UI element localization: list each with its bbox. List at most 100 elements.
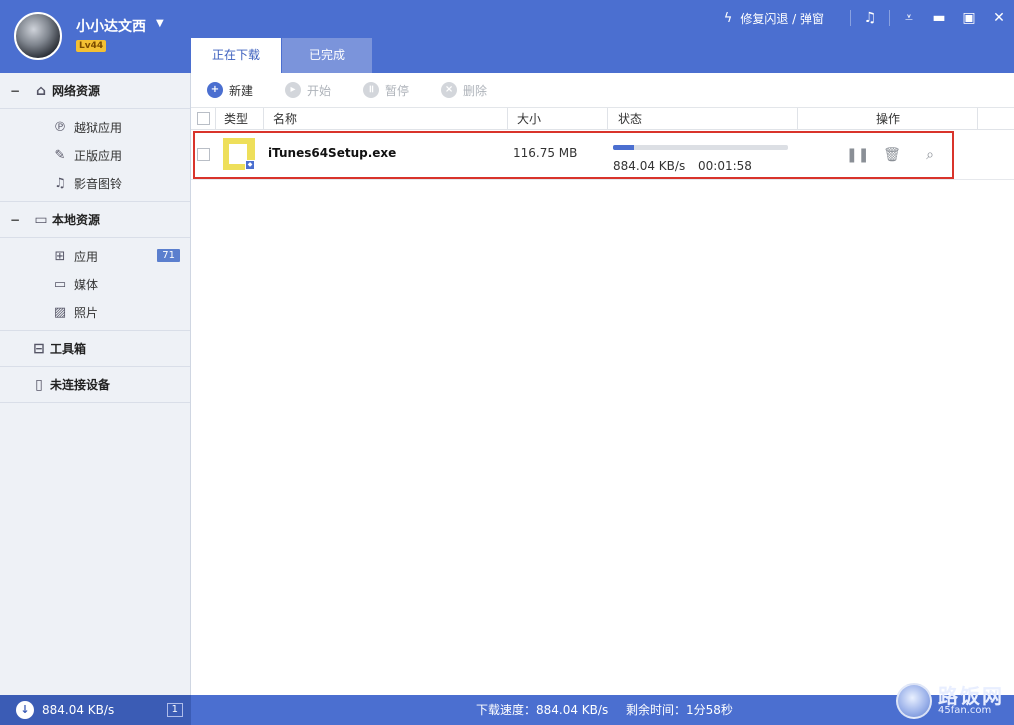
column-divider bbox=[797, 108, 798, 130]
window-controls: ϟ 修复闪退 / 弹窗 ♫ ⩡ ▬ ▣ ✕ bbox=[724, 0, 1014, 36]
sidebar-item-media-ringtones[interactable]: ♫ 影音图铃 bbox=[0, 169, 190, 197]
remaining-time: 00:01:58 bbox=[698, 159, 752, 173]
plus-icon: + bbox=[207, 82, 223, 98]
progress-fill bbox=[613, 145, 634, 150]
avatar[interactable] bbox=[14, 12, 62, 60]
select-all-checkbox[interactable] bbox=[197, 112, 210, 125]
apps-grid-icon: ⊞ bbox=[54, 248, 66, 264]
title-bar: 小小达文西 ▼ Lv44 正在下载 已完成 ϟ 修复闪退 / 弹窗 ♫ ⩡ ▬ … bbox=[0, 0, 1014, 73]
tab-downloading[interactable]: 正在下载 bbox=[191, 38, 281, 73]
delete-label: 删除 bbox=[463, 83, 488, 98]
pause-icon[interactable]: ❚❚ bbox=[846, 146, 869, 164]
photo-icon: ▨ bbox=[53, 304, 67, 320]
sidebar-item-label: 越狱应用 bbox=[74, 120, 123, 135]
pause-label: 暂停 bbox=[385, 83, 410, 98]
collapse-icon[interactable]: − bbox=[0, 213, 30, 227]
download-icon: ↓ bbox=[16, 701, 34, 719]
watermark-logo-icon bbox=[896, 683, 932, 719]
close-icon: × bbox=[441, 82, 458, 98]
column-header-name[interactable]: 名称 bbox=[273, 108, 297, 130]
pause-icon: ॥ bbox=[363, 82, 380, 98]
status-summary: 下载速度：884.04 KB/s 剩余时间：1分58秒 bbox=[476, 695, 733, 725]
chevron-down-icon[interactable]: ▼ bbox=[156, 18, 164, 29]
column-header-type[interactable]: 类型 bbox=[224, 108, 248, 130]
column-header-size[interactable]: 大小 bbox=[517, 108, 541, 130]
sidebar-section-network[interactable]: − ⌂ 网络资源 bbox=[0, 73, 190, 109]
file-size: 116.75 MB bbox=[513, 146, 578, 160]
column-header-status[interactable]: 状态 bbox=[618, 108, 642, 130]
video-camera-icon: ▭ bbox=[53, 276, 67, 292]
watermark: 路饭网 45fan.com bbox=[896, 681, 1004, 721]
sidebar-item-label: 应用 bbox=[74, 249, 99, 264]
task-count-badge: 1 bbox=[166, 703, 183, 717]
status-remaining-time: 剩余时间：1分58秒 bbox=[626, 703, 733, 717]
sidebar-item-photos[interactable]: ▨ 照片 bbox=[0, 298, 190, 326]
trash-icon[interactable]: 🗑 bbox=[883, 146, 901, 164]
column-divider bbox=[263, 108, 264, 130]
home-icon: ⌂ bbox=[35, 82, 47, 99]
repair-crash-label: 修复闪退 / 弹窗 bbox=[740, 11, 824, 26]
username[interactable]: 小小达文西 bbox=[76, 16, 146, 36]
sidebar-item-label: 影音图铃 bbox=[74, 176, 123, 191]
sidebar-section-label: 本地资源 bbox=[52, 213, 101, 227]
lightning-icon: ϟ bbox=[723, 10, 733, 26]
pause-button[interactable]: ॥ 暂停 bbox=[363, 82, 409, 99]
sidebar-item-label: 正版应用 bbox=[74, 148, 123, 163]
close-icon[interactable]: ✕ bbox=[984, 10, 1014, 26]
sidebar-item-apps[interactable]: ⊞ 应用 71 bbox=[0, 242, 190, 270]
progress-bar bbox=[613, 145, 788, 150]
sidebar-section-label: 网络资源 bbox=[52, 84, 101, 98]
minimize-icon[interactable]: ▬ bbox=[924, 10, 954, 26]
music-icon[interactable]: ♫ bbox=[855, 10, 885, 26]
menu-dropdown-icon[interactable]: ⩡ bbox=[894, 10, 924, 26]
sidebar-group-network: ℗ 越狱应用 ✎ 正版应用 ♫ 影音图铃 bbox=[0, 109, 190, 202]
level-badge: Lv44 bbox=[76, 40, 107, 52]
column-divider bbox=[977, 108, 978, 130]
device-disconnected-icon: ▯ bbox=[35, 376, 43, 393]
status-speed: 884.04 KB/s bbox=[42, 703, 115, 717]
tab-completed[interactable]: 已完成 bbox=[282, 38, 372, 73]
repair-crash-button[interactable]: ϟ 修复闪退 / 弹窗 bbox=[724, 10, 824, 27]
new-button[interactable]: + 新建 bbox=[207, 82, 253, 99]
download-panel: + 新建 ▸ 开始 ॥ 暂停 × 删除 类型 名称 大小 状态 操作 ◆ iTu… bbox=[191, 73, 1014, 695]
divider bbox=[850, 10, 851, 26]
sidebar-section-label: 工具箱 bbox=[50, 342, 87, 356]
column-header-actions: 操作 bbox=[876, 112, 901, 126]
toolbox-icon: ⊟ bbox=[33, 340, 45, 357]
sidebar-section-toolbox[interactable]: ⊟ 工具箱 bbox=[0, 331, 190, 367]
count-badge: 71 bbox=[157, 249, 180, 262]
maximize-icon[interactable]: ▣ bbox=[954, 10, 984, 26]
status-bar: ↓ 884.04 KB/s 1 下载速度：884.04 KB/s 剩余时间：1分… bbox=[0, 683, 1014, 725]
column-divider bbox=[507, 108, 508, 130]
table-header: 类型 名称 大小 状态 操作 bbox=[191, 108, 1014, 130]
sidebar-group-local: ⊞ 应用 71 ▭ 媒体 ▨ 照片 bbox=[0, 238, 190, 331]
official-app-icon: ✎ bbox=[54, 147, 66, 163]
sidebar-item-jailbreak-apps[interactable]: ℗ 越狱应用 bbox=[0, 113, 190, 141]
divider bbox=[889, 10, 890, 26]
sidebar-section-device[interactable]: ▯ 未连接设备 bbox=[0, 367, 190, 403]
play-icon: ▸ bbox=[285, 82, 302, 98]
sidebar-item-official-apps[interactable]: ✎ 正版应用 bbox=[0, 141, 190, 169]
sidebar-item-media[interactable]: ▭ 媒体 bbox=[0, 270, 190, 298]
start-button[interactable]: ▸ 开始 bbox=[285, 82, 331, 99]
sidebar-section-local[interactable]: − ▭ 本地资源 bbox=[0, 202, 190, 238]
column-divider bbox=[215, 108, 216, 130]
row-checkbox[interactable] bbox=[197, 148, 210, 161]
sidebar-item-label: 照片 bbox=[74, 305, 99, 320]
monitor-icon: ▭ bbox=[34, 211, 48, 228]
column-divider bbox=[607, 108, 608, 130]
exe-badge-icon: ◆ bbox=[245, 160, 255, 170]
file-name: iTunes64Setup.exe bbox=[268, 146, 397, 160]
sidebar: − ⌂ 网络资源 ℗ 越狱应用 ✎ 正版应用 ♫ 影音图铃 − ▭ 本地资源 ⊞… bbox=[0, 73, 191, 695]
delete-button[interactable]: × 删除 bbox=[441, 82, 487, 99]
sidebar-item-label: 媒体 bbox=[74, 277, 99, 292]
toolbar: + 新建 ▸ 开始 ॥ 暂停 × 删除 bbox=[191, 73, 1014, 108]
music-note-icon: ♫ bbox=[54, 175, 66, 191]
search-icon[interactable]: ⌕ bbox=[921, 146, 939, 164]
download-speed: 884.04 KB/s bbox=[613, 159, 686, 173]
collapse-icon[interactable]: − bbox=[0, 84, 30, 98]
watermark-text: 路饭网 bbox=[938, 684, 1004, 708]
sidebar-section-label: 未连接设备 bbox=[50, 378, 111, 392]
table-row[interactable]: ◆ iTunes64Setup.exe 116.75 MB 884.04 KB/… bbox=[191, 130, 1014, 180]
status-download-speed: 下载速度：884.04 KB/s bbox=[476, 703, 609, 717]
